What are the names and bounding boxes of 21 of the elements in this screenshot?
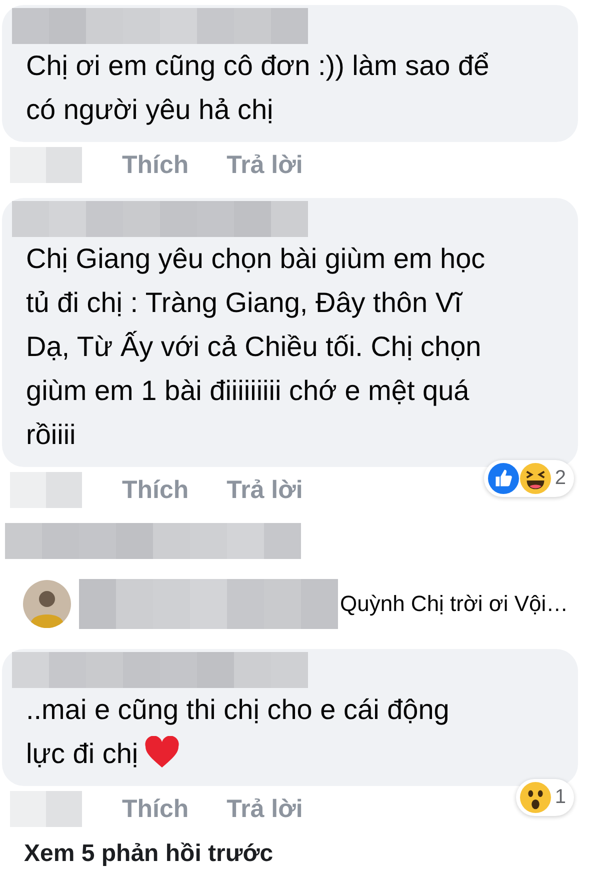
comment-action-link[interactable]: Trả lời: [226, 476, 303, 504]
comment-action-link[interactable]: Trả lời: [226, 794, 303, 824]
view-previous-replies-link[interactable]: Xem 5 phản hồi trước: [0, 840, 603, 868]
heart-icon: [144, 736, 180, 769]
redacted-timestamp: [10, 791, 82, 827]
comment-action-link[interactable]: Thích: [122, 794, 189, 824]
avatar-icon[interactable]: [23, 580, 71, 628]
thumbs-up-icon: [488, 463, 519, 494]
laughing-face-icon: [520, 463, 551, 494]
surprised-face-icon: [520, 782, 551, 813]
reaction-count-badge[interactable]: 2: [484, 460, 574, 497]
comment-action-link[interactable]: Thích: [122, 476, 189, 504]
redacted-timestamp: [10, 147, 82, 183]
comment-text: Chị ơi em cũng cô đơn :)) làm sao để có người yêu hả chị: [25, 49, 490, 127]
comment-action-link[interactable]: Thích: [122, 150, 189, 180]
comment-text: Chị Giang yêu chọn bài giùm em học tủ đi chị : Tràng Giang, Đây thôn Vĩ Dạ, Từ Ấy với cả Chiều tối. Chị chọn giùm em 1 bài điiiiiiiii chớ e mệt quá rồiiii: [25, 242, 486, 452]
redacted-timestamp: [10, 472, 82, 508]
comment-action-link[interactable]: Trả lời: [226, 150, 303, 180]
reaction-count-badge[interactable]: 1: [516, 779, 574, 816]
comment-text: ..mai e cũng thi chị cho e cái động lực đi chị: [25, 693, 450, 771]
reply-preview-text[interactable]: Quỳnh Chị trời ơi Vội…: [340, 591, 568, 617]
